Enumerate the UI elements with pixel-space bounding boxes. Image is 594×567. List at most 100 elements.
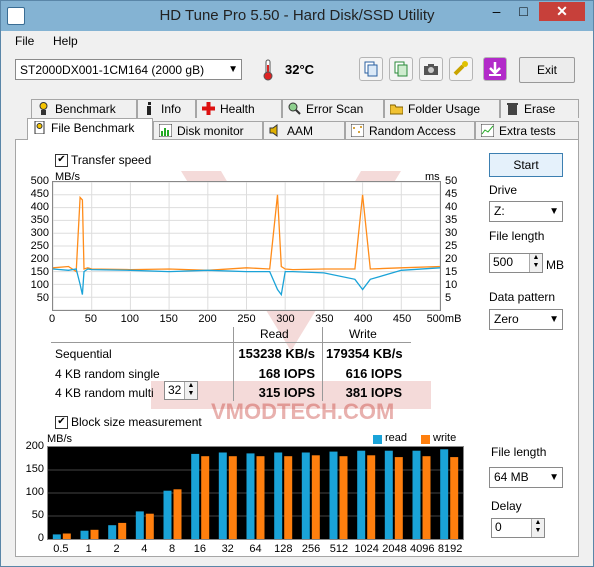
- row-random-multi-read: 315 IOPS: [258, 385, 315, 400]
- x-tick-label: 150: [159, 313, 178, 325]
- minimize-button[interactable]: –: [483, 2, 510, 21]
- x-tick-label: 100: [120, 313, 139, 325]
- tab-extra-tests[interactable]: Extra tests: [475, 121, 579, 140]
- tab-benchmark[interactable]: Benchmark: [31, 99, 137, 118]
- block-x-tick-label: 8192: [437, 543, 463, 555]
- spin-arrows-icon[interactable]: ▲ ▼: [531, 519, 544, 537]
- tab-info[interactable]: Info: [137, 99, 196, 118]
- queue-depth-stepper[interactable]: 32 ▲ ▼: [164, 381, 198, 400]
- x-tick-label: 200: [198, 313, 217, 325]
- tab-error-scan[interactable]: Error Scan: [282, 99, 384, 118]
- bar-read-512: [329, 451, 338, 539]
- block-x-tick-label: 4096: [410, 543, 435, 555]
- copy-icon: [364, 61, 378, 77]
- menu-bar: File Help: [1, 31, 593, 51]
- y-tick-label: 100: [30, 279, 49, 291]
- chevron-down-icon: ▼: [228, 64, 238, 75]
- y-tick-label: 450: [30, 188, 49, 200]
- bar-read-1024: [357, 450, 366, 539]
- x-tick-label: 300: [276, 313, 295, 325]
- transfer-speed-checkbox[interactable]: ✔: [55, 154, 68, 167]
- drive-letter-value: Z:: [494, 204, 505, 218]
- file-length-label: File length: [489, 229, 545, 243]
- y2-tick-label: 30: [445, 227, 458, 239]
- y-tick-label: 50: [36, 292, 49, 304]
- maximize-button[interactable]: □: [510, 2, 537, 21]
- results-write-header: Write: [349, 327, 377, 341]
- tab-health-label: Health: [220, 102, 255, 116]
- bar-read-8: [163, 490, 172, 539]
- copy-info-button[interactable]: [359, 57, 383, 81]
- spin-arrows-icon[interactable]: ▲ ▼: [529, 254, 542, 272]
- tab-aam[interactable]: AAM: [263, 121, 345, 140]
- bar-write-32: [228, 456, 237, 539]
- block-x-tick-label: 1024: [354, 543, 379, 555]
- options-button[interactable]: [449, 57, 473, 81]
- block-x-tick-label: 0.5: [53, 543, 69, 555]
- block-y-tick-label: 200: [25, 440, 44, 452]
- bar-write-1024: [367, 455, 376, 539]
- block-x-tick-label: 256: [301, 543, 321, 555]
- bar-read-32: [218, 452, 227, 539]
- transfer-speed-plot: [52, 181, 441, 311]
- tab-random-access[interactable]: Random Access: [345, 121, 475, 140]
- close-button[interactable]: ✕: [539, 2, 585, 21]
- row-random-single-label: 4 KB random single: [55, 367, 160, 381]
- bar-write-8192: [450, 457, 459, 539]
- bar-read-64: [246, 453, 255, 539]
- block-y-tick-label: 150: [25, 463, 44, 475]
- y2-tick-label: 25: [445, 240, 458, 252]
- block-x-tick-label: 4: [141, 543, 148, 555]
- file-length-unit: MB: [546, 258, 564, 272]
- tab-info-label: Info: [161, 102, 182, 116]
- bar-read-128: [274, 452, 283, 539]
- x-tick-label: 450: [392, 313, 412, 325]
- tab-folder-usage[interactable]: Folder Usage: [384, 99, 500, 118]
- y-tick-label: 200: [30, 253, 49, 265]
- block-unit-label: MB/s: [47, 433, 73, 445]
- benchmark-icon: [39, 102, 48, 115]
- tab-file-benchmark[interactable]: File Benchmark: [27, 118, 153, 140]
- tab-health[interactable]: Health: [196, 99, 282, 118]
- tab-disk-monitor[interactable]: Disk monitor: [153, 121, 263, 140]
- y2-tick-label: 20: [445, 253, 458, 265]
- save-button[interactable]: [483, 57, 507, 81]
- copy-all-button[interactable]: [389, 57, 413, 81]
- row-sequential-write: 179354 KB/s: [326, 346, 403, 361]
- y-tick-label: 300: [30, 227, 49, 239]
- temperature-readout: 32°C: [285, 62, 314, 77]
- menu-file[interactable]: File: [15, 34, 34, 48]
- x-tick-label: 250: [237, 313, 256, 325]
- x-tick-label: 500mB: [426, 313, 462, 325]
- transfer-speed-label: Transfer speed: [71, 153, 152, 167]
- screenshot-button[interactable]: [419, 57, 443, 81]
- app-window: HD Tune Pro 5.50 - Hard Disk/SSD Utility…: [0, 0, 594, 567]
- block-x-tick-label: 16: [193, 543, 207, 555]
- title-bar[interactable]: HD Tune Pro 5.50 - Hard Disk/SSD Utility…: [1, 1, 593, 31]
- data-pattern-label: Data pattern: [489, 290, 556, 304]
- info-icon: [147, 102, 151, 115]
- drive-select[interactable]: ST2000DX001-1CM164 (2000 gB) ▼: [15, 59, 242, 80]
- block-size-checkbox[interactable]: ✔: [55, 416, 68, 429]
- spin-arrows-icon[interactable]: ▲ ▼: [184, 382, 197, 399]
- start-button[interactable]: Start: [489, 153, 563, 177]
- delay-stepper[interactable]: 0 ▲ ▼: [491, 518, 545, 538]
- tab-erase[interactable]: Erase: [500, 99, 579, 118]
- tab-benchmark-label: Benchmark: [55, 102, 116, 116]
- x-tick-label: 50: [84, 313, 98, 325]
- block-file-length-select[interactable]: 64 MB ▼: [489, 467, 563, 488]
- watermark-text: VMODTECH.COM: [211, 399, 395, 424]
- data-pattern-select[interactable]: Zero ▼: [489, 309, 563, 330]
- drive-letter-select[interactable]: Z: ▼: [489, 201, 563, 222]
- temperature-unit: °C: [299, 62, 315, 77]
- block-file-length-value: 64 MB: [494, 470, 529, 484]
- menu-help[interactable]: Help: [53, 34, 78, 48]
- file-length-stepper[interactable]: 500 ▲ ▼: [489, 253, 543, 273]
- results-divider: [51, 342, 411, 343]
- y2-tick-label: 40: [445, 201, 458, 213]
- bar-read-2: [108, 525, 117, 539]
- bar-read-8192: [440, 449, 449, 539]
- exit-button[interactable]: Exit: [519, 57, 575, 83]
- transfer-speed-chart: [52, 181, 441, 311]
- file-benchmark-icon: [34, 121, 45, 134]
